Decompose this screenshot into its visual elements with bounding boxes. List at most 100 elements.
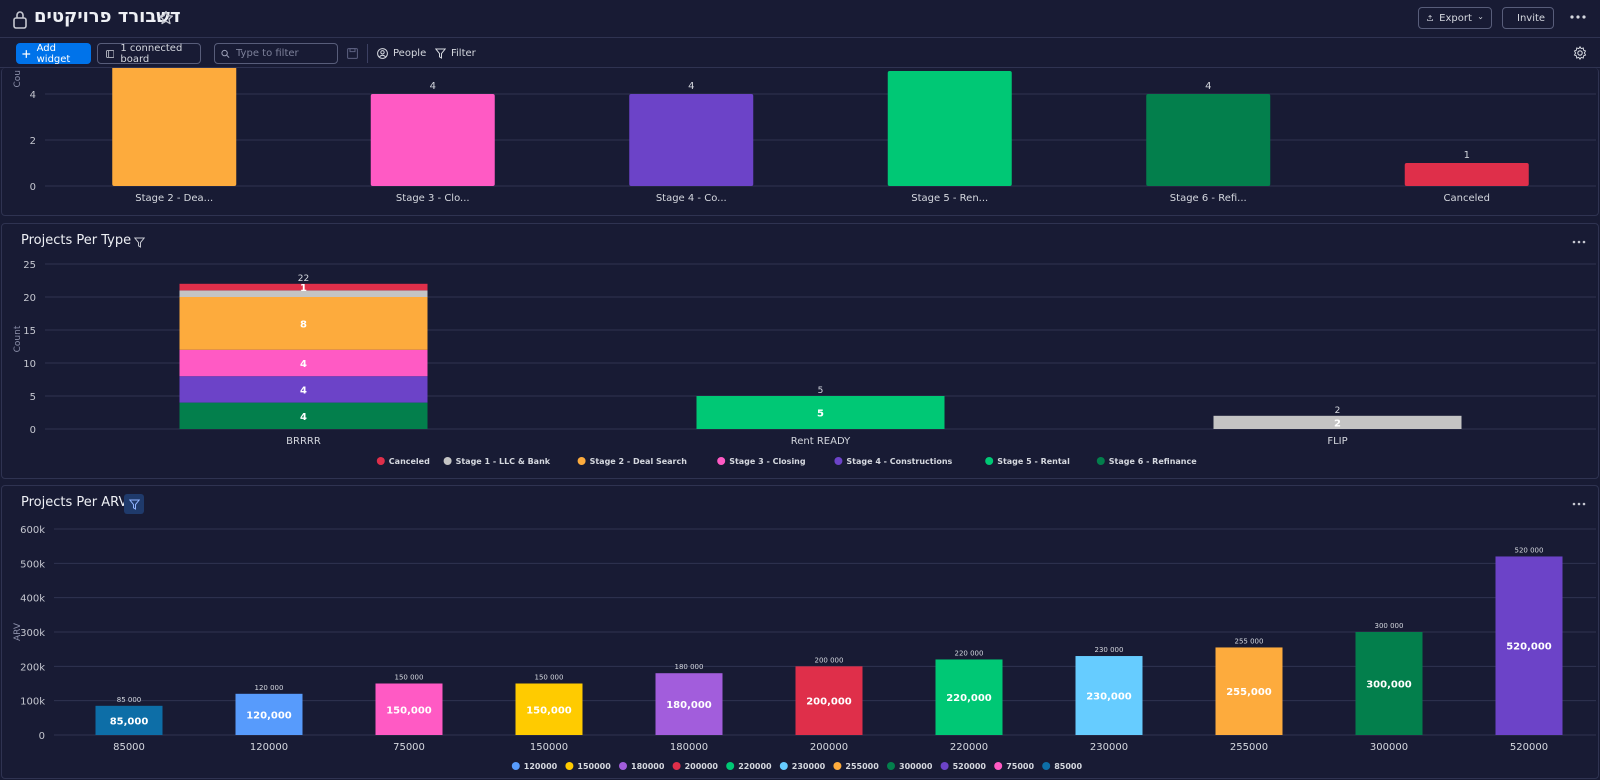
legend-swatch [985, 457, 994, 465]
top-bar: דשבורד פרויקטים Export Invite [0, 0, 1600, 38]
bar-value-label: 4 [1205, 81, 1211, 92]
connected-board-label: 1 connected board [120, 42, 183, 65]
y-tick-label: 600k [20, 525, 45, 536]
per-type-stacked-chart: 0510152025Count4448122BRRRR55Rent READY2… [13, 260, 1596, 466]
x-tick-label: 220000 [950, 742, 988, 753]
status-bar-chart: 0 2 4 Cou Stage 2 - Dea... 4 Stage 3 - Clo... 4… [13, 68, 1596, 204]
legend-swatch [565, 762, 574, 770]
x-tick-label: Rent READY [791, 436, 851, 447]
export-label: Export [1439, 12, 1472, 24]
x-tick-label: Canceled [1444, 193, 1490, 204]
bar-value-label: 1 [1464, 150, 1470, 161]
y-tick-label: 5 [30, 392, 36, 403]
filter-search-box[interactable] [214, 43, 338, 64]
export-button[interactable]: Export [1418, 7, 1492, 29]
plus-icon [22, 49, 31, 58]
bar-value-label: 300,000 [1366, 680, 1412, 691]
star-icon[interactable] [158, 10, 174, 26]
y-tick-label: 400k [20, 594, 45, 605]
x-tick-label: Stage 5 - Ren... [911, 193, 988, 204]
segment-value-label: 5 [817, 409, 824, 420]
bar-top-label: 120 000 [255, 684, 284, 692]
x-tick-label: 180000 [670, 742, 708, 753]
invite-button[interactable]: Invite [1502, 7, 1554, 29]
y-tick-label: 0 [39, 731, 45, 742]
legend-swatch [1096, 457, 1105, 465]
bar-value-label: 4 [688, 81, 694, 92]
bar-top-label: 150 000 [535, 674, 564, 682]
bar-top-label: 300 000 [1375, 622, 1404, 630]
legend-swatch [726, 762, 735, 770]
bar-value-label: 200,000 [806, 697, 852, 708]
x-tick-label: 200000 [810, 742, 848, 753]
connected-board-button[interactable]: 1 connected board [97, 42, 201, 65]
lock-icon [13, 11, 27, 29]
y-tick-label: 2 [30, 136, 36, 147]
segment-value-label: 2 [1334, 418, 1341, 429]
segment-value-label: 1 [300, 283, 307, 294]
legend-label: Stage 4 - Constructions [846, 457, 952, 466]
bar-top-label: 85 000 [117, 696, 142, 704]
legend-swatch [833, 762, 842, 770]
legend-label: 85000 [1054, 762, 1082, 771]
legend-swatch [887, 762, 895, 770]
y-tick-label: 100k [20, 697, 45, 708]
legend-label: Canceled [389, 457, 430, 466]
y-tick-label: 15 [23, 326, 36, 337]
filter-label: Filter [451, 48, 476, 59]
legend-label: 220000 [738, 762, 772, 771]
bar [887, 71, 1012, 186]
bar-total-label: 5 [818, 386, 824, 396]
legend-label: Stage 5 - Rental [997, 457, 1070, 466]
x-tick-label: 300000 [1370, 742, 1408, 753]
x-tick-label: 255000 [1230, 742, 1268, 753]
legend-label: 120000 [524, 762, 558, 771]
filter-search-input[interactable] [236, 48, 331, 59]
legend-label: 300000 [899, 762, 933, 771]
legend-swatch [672, 762, 681, 770]
segment-value-label: 4 [300, 412, 307, 423]
legend-label: 520000 [953, 762, 987, 771]
y-tick-label: 500k [20, 559, 45, 570]
y-tick-label: 25 [23, 260, 36, 271]
people-label: People [393, 48, 427, 59]
y-tick-label: 20 [23, 293, 36, 304]
legend-label: Stage 6 - Refinance [1109, 457, 1197, 466]
settings-gear-icon[interactable] [1573, 46, 1587, 60]
legend-swatch [577, 457, 586, 465]
x-tick-label: Stage 2 - Dea... [135, 193, 213, 204]
filter-button[interactable]: Filter [435, 44, 476, 63]
segment-value-label: 4 [300, 359, 307, 370]
legend-swatch [376, 457, 385, 465]
legend-swatch [619, 762, 627, 770]
x-tick-label: 75000 [393, 742, 425, 753]
save-view-icon[interactable] [347, 48, 358, 59]
x-tick-label: 120000 [250, 742, 288, 753]
add-widget-button[interactable]: Add widget [16, 43, 91, 65]
people-filter-button[interactable]: People [377, 44, 426, 63]
more-options-icon[interactable] [1568, 7, 1588, 27]
legend-swatch [834, 457, 843, 465]
bar-top-label: 220 000 [955, 649, 984, 657]
y-axis-label: Cou [13, 70, 23, 88]
bar-top-label: 230 000 [1095, 646, 1124, 654]
legend-label: 150000 [577, 762, 611, 771]
projects-per-arv-widget: Projects Per ARV 0 100k 200k 300k 400k 500k 60… [1, 485, 1599, 779]
legend-label: Stage 2 - Deal Search [590, 457, 688, 466]
legend-swatch [511, 762, 520, 770]
dashboard-toolbar: Add widget 1 connected board People Filt… [0, 39, 1600, 68]
y-tick-label: 0 [30, 425, 36, 436]
projects-per-type-widget: Projects Per Type 0 5 10 15 20 25 Count 4 4 4 8 1 22… [1, 223, 1599, 479]
legend-label: 200000 [685, 762, 719, 771]
bar-total-label: 2 [1335, 406, 1341, 416]
legend-label: Stage 3 - Closing [729, 457, 806, 466]
x-tick-label: BRRRR [286, 436, 321, 447]
y-axis-label: ARV [13, 622, 23, 641]
status-chart-widget: 0 2 4 Cou Stage 2 - Dea... 4 Stage 3 - Clo... 4… [1, 68, 1599, 216]
invite-label: Invite [1517, 12, 1546, 24]
segment-value-label: 8 [300, 319, 307, 330]
bar-value-label: 230,000 [1086, 692, 1132, 703]
bar-top-label: 180 000 [675, 663, 704, 671]
legend-label: 230000 [792, 762, 826, 771]
x-tick-label: 520000 [1510, 742, 1548, 753]
